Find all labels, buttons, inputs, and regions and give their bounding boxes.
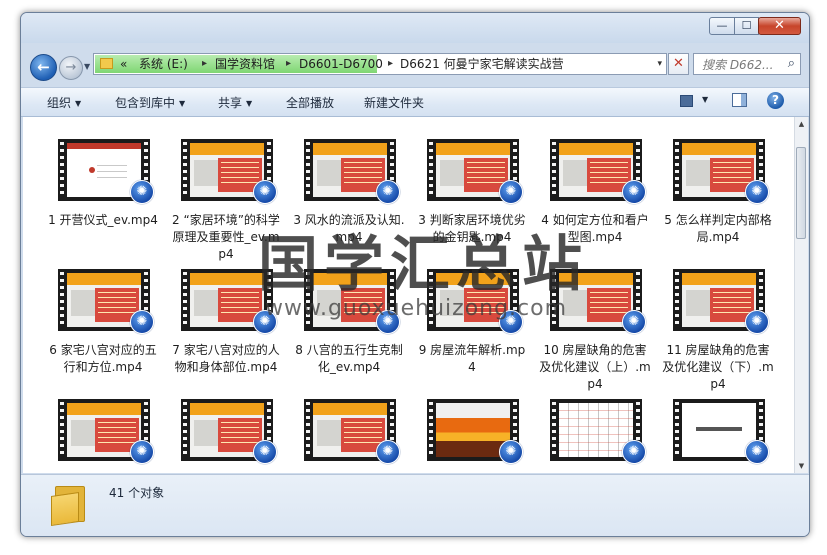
vertical-scrollbar[interactable]: ▲ ▼ <box>794 117 808 473</box>
video-thumbnail[interactable]: ✺ <box>304 138 400 204</box>
organize-menu[interactable]: 组织 ▼ <box>47 94 81 111</box>
help-icon[interactable]: ? <box>767 92 784 109</box>
share-menu[interactable]: 共享 ▼ <box>218 94 252 111</box>
details-pane: 41 个对象 <box>21 474 809 536</box>
preview-pane-icon[interactable] <box>732 93 747 107</box>
file-name[interactable]: 13 厨房在各个方 <box>170 472 282 473</box>
file-item[interactable]: ✺ 16 八大感应气场 <box>539 398 649 473</box>
folder-icon <box>51 486 85 526</box>
video-thumbnail[interactable]: ✺ <box>58 138 154 204</box>
media-player-icon: ✺ <box>745 440 769 464</box>
address-bar[interactable]: « 系统 (E:) ▸ 国学资料馆 ▸ D6601-D6700 ▸ D6621 … <box>93 53 667 75</box>
file-item[interactable]: ✺ 5 怎么样判定内部格局.mp4 <box>662 138 772 268</box>
watermark-url: www.guoxuehuizong.com <box>265 296 568 321</box>
view-options-dropdown[interactable]: ▼ <box>702 95 708 104</box>
file-name[interactable]: 12 卫生间在各个 <box>47 472 159 473</box>
forward-arrow-icon: → <box>65 60 77 75</box>
chevron-down-icon: ▼ <box>75 99 82 108</box>
media-player-icon: ✺ <box>130 180 154 204</box>
chevron-down-icon: ▼ <box>246 99 253 108</box>
video-thumbnail[interactable]: ✺ <box>427 138 523 204</box>
video-thumbnail[interactable]: ✺ <box>181 138 277 204</box>
folder-icon <box>100 58 113 69</box>
breadcrumb-drive[interactable]: 系统 (E:) <box>139 56 188 72</box>
video-thumbnail[interactable]: ✺ <box>673 398 769 464</box>
media-player-icon: ✺ <box>745 310 769 334</box>
file-name[interactable]: 5 怎么样判定内部格局.mp4 <box>662 212 774 246</box>
scroll-thumb[interactable] <box>796 147 806 239</box>
file-item[interactable]: ✺ 14 气口、门的布 <box>293 398 403 473</box>
file-name[interactable]: 9 房屋流年解析.mp4 <box>416 342 528 376</box>
media-player-icon: ✺ <box>376 440 400 464</box>
file-item[interactable]: ✺ 13 厨房在各个方 <box>170 398 280 473</box>
file-item[interactable]: ✺ 15 什么是感应气 <box>416 398 526 473</box>
file-name[interactable]: 17 怎样判断人、 <box>662 472 774 473</box>
minimize-button[interactable]: — <box>709 17 735 35</box>
media-player-icon: ✺ <box>745 180 769 204</box>
forward-button[interactable]: → <box>59 56 83 80</box>
search-box[interactable]: ⌕ <box>693 53 801 75</box>
video-thumbnail[interactable]: ✺ <box>550 398 646 464</box>
video-thumbnail[interactable]: ✺ <box>58 398 154 464</box>
media-player-icon: ✺ <box>130 310 154 334</box>
video-thumbnail[interactable]: ✺ <box>304 398 400 464</box>
file-name[interactable]: 11 房屋缺角的危害及优化建议（下）.mp4 <box>662 342 774 393</box>
breadcrumb-separator-icon[interactable]: ▸ <box>286 56 291 72</box>
video-thumbnail[interactable]: ✺ <box>58 268 154 334</box>
new-folder-button[interactable]: 新建文件夹 <box>364 94 424 111</box>
media-player-icon: ✺ <box>130 440 154 464</box>
file-item[interactable]: ✺ 1 开营仪式_ev.mp4 <box>47 138 159 268</box>
file-item[interactable]: ✺ 17 怎样判断人、 <box>662 398 772 473</box>
media-player-icon: ✺ <box>253 440 277 464</box>
file-name[interactable]: 15 什么是感应气 <box>416 472 528 473</box>
search-input[interactable] <box>700 55 782 75</box>
breadcrumb-range[interactable]: D6601-D6700 <box>299 56 383 72</box>
file-name[interactable]: 6 家宅八宫对应的五行和方位.mp4 <box>47 342 159 376</box>
file-item[interactable]: ✺ 6 家宅八宫对应的五行和方位.mp4 <box>47 268 157 398</box>
file-name[interactable]: 1 开营仪式_ev.mp4 <box>47 212 159 229</box>
scroll-down-icon[interactable]: ▼ <box>795 459 808 473</box>
file-item[interactable]: ✺ 12 卫生间在各个 <box>47 398 157 473</box>
command-bar: 组织 ▼ 包含到库中 ▼ 共享 ▼ 全部播放 新建文件夹 ▼ ? <box>21 87 809 117</box>
search-icon[interactable]: ⌕ <box>788 56 795 71</box>
file-name[interactable]: 7 家宅八宫对应的人物和身体部位.mp4 <box>170 342 282 376</box>
chevron-down-icon: ▼ <box>179 99 186 108</box>
breadcrumb-library[interactable]: 国学资料馆 <box>215 56 275 72</box>
scroll-up-icon[interactable]: ▲ <box>795 117 808 131</box>
clear-address-button[interactable]: ✕ <box>668 53 689 75</box>
video-thumbnail[interactable]: ✺ <box>427 398 523 464</box>
address-dropdown-icon[interactable]: ▾ <box>657 56 662 72</box>
breadcrumb-overflow[interactable]: « <box>120 56 127 72</box>
back-arrow-icon: ← <box>37 58 50 76</box>
play-all-button[interactable]: 全部播放 <box>286 94 334 111</box>
recent-pages-dropdown[interactable]: ▼ <box>84 62 90 71</box>
breadcrumb-separator-icon[interactable]: ▸ <box>202 56 207 72</box>
video-thumbnail[interactable]: ✺ <box>181 398 277 464</box>
media-player-icon: ✺ <box>499 440 523 464</box>
breadcrumb-separator-icon[interactable]: ▸ <box>388 56 393 72</box>
back-button[interactable]: ← <box>30 54 57 81</box>
video-thumbnail[interactable]: ✺ <box>550 138 646 204</box>
include-in-library-menu[interactable]: 包含到库中 ▼ <box>115 94 185 111</box>
close-button[interactable]: ✕ <box>758 17 801 35</box>
breadcrumb-current-folder[interactable]: D6621 何曼宁家宅解读实战营 <box>400 56 564 72</box>
title-bar: — ☐ ✕ <box>21 13 809 43</box>
video-thumbnail[interactable]: ✺ <box>673 268 769 334</box>
file-name[interactable]: 8 八宫的五行生克制化_ev.mp4 <box>293 342 405 376</box>
change-view-icon[interactable] <box>680 95 693 107</box>
video-thumbnail[interactable]: ✺ <box>673 138 769 204</box>
media-player-icon: ✺ <box>499 180 523 204</box>
item-count: 41 个对象 <box>109 486 165 500</box>
media-player-icon: ✺ <box>622 440 646 464</box>
file-name[interactable]: 10 房屋缺角的危害及优化建议（上）.mp4 <box>539 342 651 393</box>
media-player-icon: ✺ <box>622 310 646 334</box>
media-player-icon: ✺ <box>376 180 400 204</box>
file-name[interactable]: 16 八大感应气场 <box>539 472 651 473</box>
file-name[interactable]: 14 气口、门的布 <box>293 472 405 473</box>
media-player-icon: ✺ <box>253 180 277 204</box>
media-player-icon: ✺ <box>622 180 646 204</box>
file-item[interactable]: ✺ 11 房屋缺角的危害及优化建议（下）.mp4 <box>662 268 774 398</box>
maximize-button[interactable]: ☐ <box>734 17 759 35</box>
watermark-text: 国学汇总站 <box>258 230 588 300</box>
